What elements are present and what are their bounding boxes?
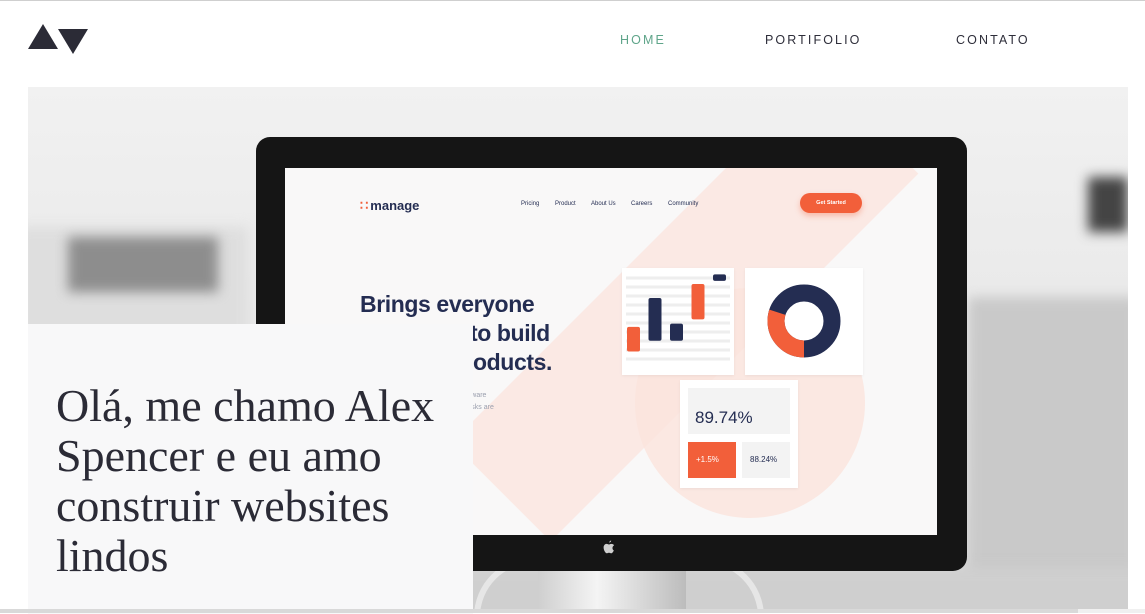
bar-chart-card bbox=[622, 268, 748, 375]
screen-nav-item: Pricing bbox=[521, 201, 540, 207]
stats-card: 89.74% +1.5% 88.24% bbox=[680, 380, 798, 488]
background-shape bbox=[1088, 177, 1128, 232]
screen-nav-item: Careers bbox=[631, 201, 653, 207]
stat-value-chip: 88.24% bbox=[742, 442, 790, 478]
background-shape bbox=[68, 237, 218, 292]
top-border bbox=[0, 0, 1145, 1]
nav-home[interactable]: HOME bbox=[620, 33, 666, 47]
screen-brand: ∷ manage bbox=[360, 198, 419, 214]
bar-chart bbox=[626, 274, 748, 361]
bar bbox=[713, 274, 726, 281]
screen-nav-item: Community bbox=[668, 201, 699, 207]
donut-chart-card bbox=[745, 268, 863, 375]
nav-portifolio[interactable]: PORTIFOLIO bbox=[765, 33, 861, 47]
apple-icon bbox=[603, 540, 615, 554]
donut-chart bbox=[767, 284, 841, 358]
background-shape bbox=[968, 297, 1128, 597]
screen-headline-line: Brings everyone bbox=[360, 291, 535, 317]
bar bbox=[670, 323, 683, 341]
intro-card: Olá, me chamo Alex Spencer e eu amo cons… bbox=[28, 324, 473, 614]
screen-nav-item: About Us bbox=[591, 201, 616, 207]
logo-icon[interactable] bbox=[28, 24, 88, 54]
screen-cta-button: Get Started bbox=[800, 193, 862, 213]
bar bbox=[648, 297, 662, 341]
bar bbox=[691, 284, 705, 320]
horizontal-scrollbar[interactable] bbox=[1078, 609, 1145, 613]
screen-nav-item: Product bbox=[555, 201, 576, 207]
bar bbox=[627, 326, 640, 352]
intro-headline: Olá, me chamo Alex Spencer e eu amo cons… bbox=[56, 380, 435, 581]
screen-brand-label: manage bbox=[370, 198, 420, 213]
nav-contato[interactable]: CONTATO bbox=[956, 33, 1030, 47]
stat-change-chip: +1.5% bbox=[688, 442, 736, 478]
page-bottom-divider bbox=[0, 609, 1078, 613]
stat-value: 89.74% bbox=[695, 408, 753, 427]
brand-dots-icon: ∷ bbox=[360, 198, 368, 213]
